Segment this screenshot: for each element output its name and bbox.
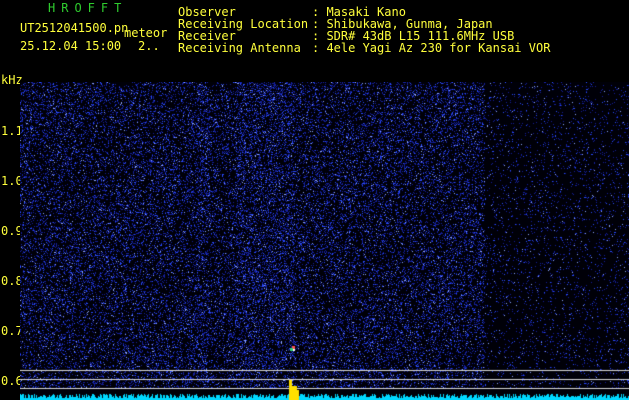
filename-label: UT2512041500.pn (20, 21, 129, 35)
tag-label: meteor (124, 26, 168, 40)
antenna-label: Receiving Antenna (178, 41, 301, 55)
spectrogram-waterfall (20, 82, 629, 400)
sub-label: 2.. (138, 39, 160, 53)
app-title: HROFFT (48, 1, 128, 15)
hrofft-window: HROFFT UT2512041500.pn meteor 25.12.04 1… (0, 0, 629, 400)
datetime-label: 25.12.04 15:00 (20, 39, 122, 53)
antenna-value: : 4ele Yagi Az 230 for Kansai VOR (312, 41, 551, 55)
